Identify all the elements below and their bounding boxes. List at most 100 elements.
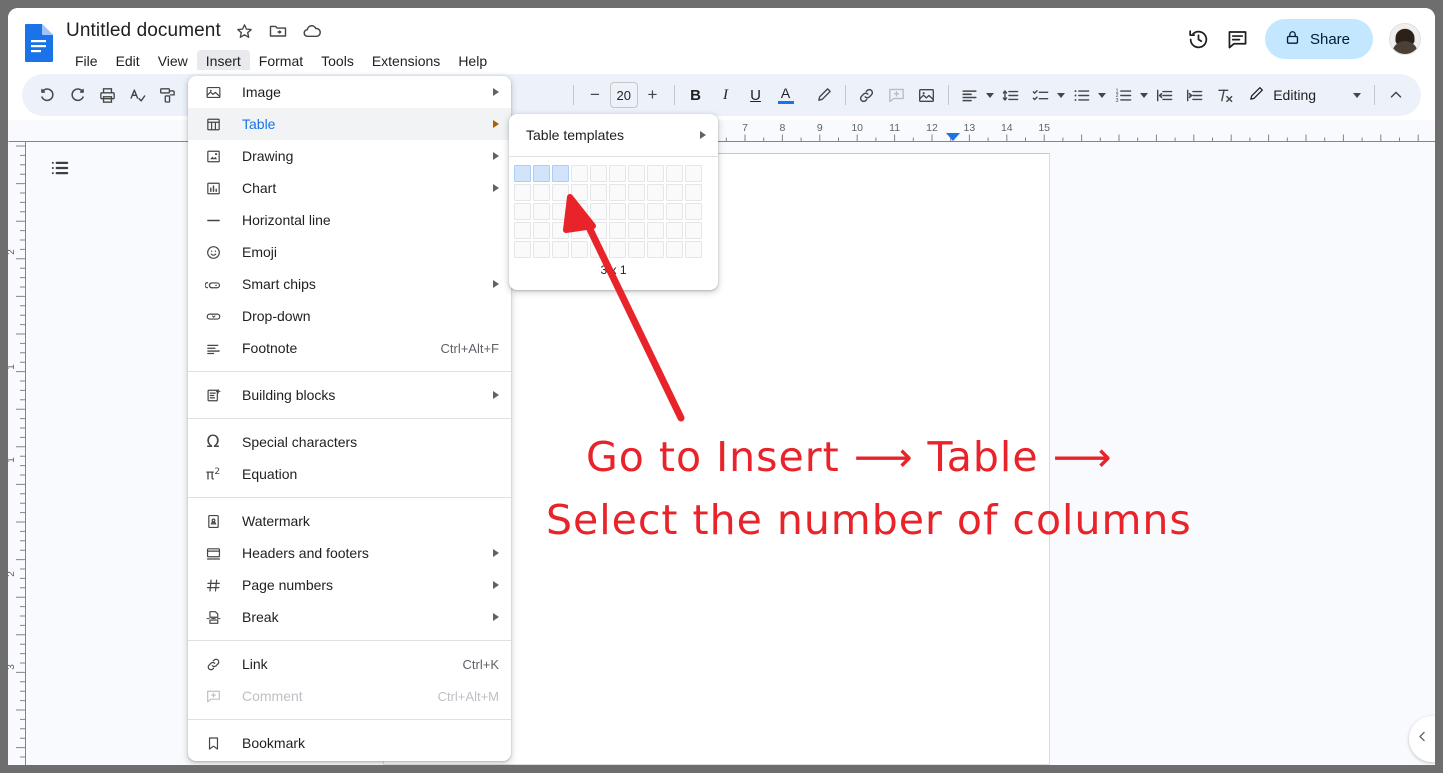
align-dropdown-caret-icon[interactable] [985,80,996,110]
table-grid-cell[interactable] [514,222,531,239]
insert-menu-item-link[interactable]: Link Ctrl+K [188,648,511,680]
table-grid-cell[interactable] [666,203,683,220]
font-size-decrease-button[interactable]: − [580,80,610,110]
table-grid-cell[interactable] [552,241,569,258]
insert-menu-item-drop-down[interactable]: Drop-down [188,300,511,332]
table-grid-cell[interactable] [628,203,645,220]
table-grid-cell[interactable] [647,165,664,182]
table-templates-item[interactable]: Table templates [509,114,718,156]
line-spacing-icon[interactable] [996,80,1026,110]
highlight-pen-icon[interactable] [809,80,839,110]
insert-menu-item-table[interactable]: Table [188,108,511,140]
bulleted-list-dropdown-caret-icon[interactable] [1097,80,1108,110]
table-grid-cell[interactable] [590,222,607,239]
table-grid-cell[interactable] [609,241,626,258]
table-grid-cell[interactable] [628,165,645,182]
table-grid-cell[interactable] [628,222,645,239]
table-grid-cell[interactable] [609,203,626,220]
cloud-saved-icon[interactable] [302,21,323,42]
table-grid-cell[interactable] [571,203,588,220]
table-grid-cell[interactable] [514,184,531,201]
insert-menu-item-equation[interactable]: π2 Equation [188,458,511,490]
insert-menu-item-page-numbers[interactable]: Page numbers [188,569,511,601]
table-grid-cell[interactable] [685,203,702,220]
editing-mode-caret-icon[interactable] [1350,80,1364,110]
font-size-input[interactable]: 20 [610,82,638,108]
table-grid-cell[interactable] [533,184,550,201]
checklist-dropdown-caret-icon[interactable] [1056,80,1067,110]
table-grid-cell[interactable] [590,165,607,182]
table-grid-cell[interactable] [571,222,588,239]
table-grid-cell[interactable] [514,203,531,220]
table-grid-cell[interactable] [685,222,702,239]
table-grid-cell[interactable] [628,184,645,201]
table-grid-cell[interactable] [685,241,702,258]
insert-menu-item-special-characters[interactable]: Ω Special characters [188,426,511,458]
table-grid-cell[interactable] [514,165,531,182]
page-title[interactable]: Untitled document [66,20,221,42]
chevron-up-icon[interactable] [1381,80,1411,110]
comment-history-icon[interactable] [1226,28,1249,51]
insert-menu-item-bookmark[interactable]: Bookmark [188,727,511,759]
avatar[interactable] [1389,23,1421,55]
table-grid-cell[interactable] [571,184,588,201]
side-panel-toggle-button[interactable] [1409,716,1435,762]
table-grid-cell[interactable] [628,241,645,258]
table-grid-cell[interactable] [609,184,626,201]
insert-menu-item-building-blocks[interactable]: Building blocks [188,379,511,411]
insert-menu-item-image[interactable]: Image [188,76,511,108]
table-grid-cell[interactable] [685,184,702,201]
table-grid-cell[interactable] [552,165,569,182]
clear-formatting-icon[interactable] [1209,80,1239,110]
document-outline-icon[interactable] [46,154,74,182]
insert-menu-item-watermark[interactable]: Watermark [188,505,511,537]
insert-menu-item-chart[interactable]: Chart [188,172,511,204]
move-to-folder-icon[interactable] [268,21,288,41]
spellcheck-icon[interactable] [122,80,152,110]
decrease-indent-icon[interactable] [1149,80,1179,110]
table-grid-cell[interactable] [533,222,550,239]
bulleted-list-icon[interactable] [1067,80,1097,110]
bold-button[interactable]: B [681,80,711,110]
insert-menu-item-smart-chips[interactable]: Smart chips [188,268,511,300]
text-color-button[interactable]: A [771,80,801,110]
insert-menu-dropdown[interactable]: Image Table Drawing Chart Horizontal line Emo… [188,76,511,761]
table-grid-cell[interactable] [552,184,569,201]
insert-menu-item-drawing[interactable]: Drawing [188,140,511,172]
insert-menu-item-horizontal-line[interactable]: Horizontal line [188,204,511,236]
insert-menu-item-break[interactable]: Break [188,601,511,633]
table-size-grid[interactable] [509,157,718,259]
table-submenu[interactable]: Table templates 3 x 1 [509,114,718,290]
share-button[interactable]: Share [1264,19,1373,59]
table-grid-cell[interactable] [533,241,550,258]
table-grid-cell[interactable] [666,184,683,201]
table-grid-cell[interactable] [514,241,531,258]
undo-icon[interactable] [32,80,62,110]
version-history-icon[interactable] [1187,28,1210,51]
numbered-list-dropdown-caret-icon[interactable] [1138,80,1149,110]
increase-indent-icon[interactable] [1179,80,1209,110]
underline-button[interactable]: U [741,80,771,110]
checklist-icon[interactable] [1026,80,1056,110]
insert-image-icon[interactable] [912,80,942,110]
table-grid-cell[interactable] [666,241,683,258]
table-grid-cell[interactable] [666,165,683,182]
redo-icon[interactable] [62,80,92,110]
table-grid-cell[interactable] [552,222,569,239]
insert-menu-item-emoji[interactable]: Emoji [188,236,511,268]
italic-button[interactable]: I [711,80,741,110]
table-grid-cell[interactable] [685,165,702,182]
align-left-icon[interactable] [955,80,985,110]
table-grid-cell[interactable] [609,222,626,239]
editing-mode-selector[interactable]: Editing [1239,80,1368,110]
table-grid-cell[interactable] [533,165,550,182]
table-grid-cell[interactable] [533,203,550,220]
paint-format-icon[interactable] [152,80,182,110]
link-icon[interactable] [852,80,882,110]
star-icon[interactable] [235,22,254,41]
table-grid-cell[interactable] [552,203,569,220]
table-grid-cell[interactable] [647,241,664,258]
table-grid-cell[interactable] [590,184,607,201]
print-icon[interactable] [92,80,122,110]
font-size-increase-button[interactable]: + [638,80,668,110]
